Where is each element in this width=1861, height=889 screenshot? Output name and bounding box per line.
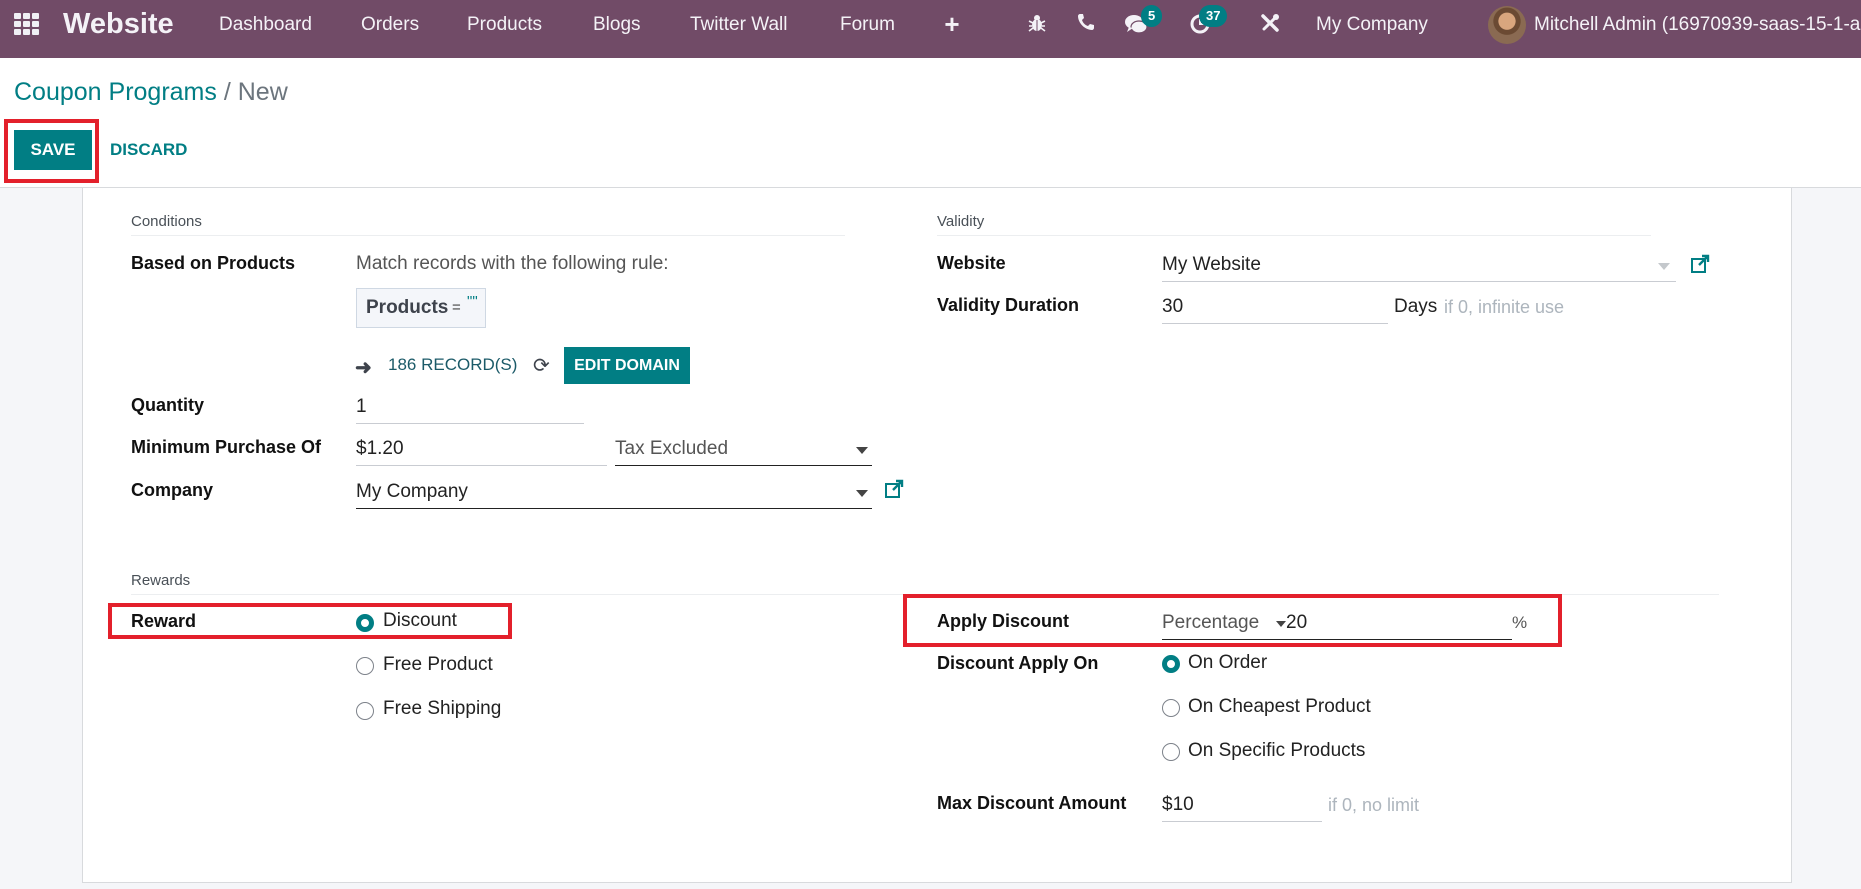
records-count-link[interactable]: 186 RECORD(S): [388, 355, 517, 375]
plus-icon[interactable]: +: [940, 11, 964, 37]
edit-domain-button[interactable]: EDIT DOMAIN: [564, 347, 690, 384]
website-label: Website: [937, 253, 1006, 273]
validity-title: Validity: [937, 213, 985, 230]
menu-blogs[interactable]: Blogs: [593, 14, 641, 36]
company-select[interactable]: My Company: [356, 475, 872, 509]
reward-free-shipping-label[interactable]: Free Shipping: [383, 698, 501, 720]
bug-icon[interactable]: [1025, 12, 1049, 36]
rule-text: Match records with the following rule:: [356, 253, 669, 274]
menu-forum[interactable]: Forum: [840, 14, 895, 36]
domain-operator: =: [452, 299, 461, 316]
website-value: My Website: [1162, 254, 1261, 275]
top-navbar: Website Dashboard Orders Products Blogs …: [0, 0, 1861, 58]
domain-rule-chip[interactable]: Products = "": [356, 288, 486, 328]
activities-badge: 37: [1199, 5, 1228, 27]
max-discount-value: $10: [1162, 794, 1194, 815]
duration-hint: if 0, infinite use: [1444, 297, 1565, 317]
form-sheet: [82, 188, 1792, 883]
arrow-right-icon: ➜: [355, 357, 372, 379]
company-switcher[interactable]: My Company: [1316, 14, 1428, 36]
external-link-icon[interactable]: [884, 479, 904, 499]
apps-grid-icon[interactable]: [14, 13, 40, 35]
control-panel: Coupon Programs / New SAVE DISCARD: [0, 58, 1861, 188]
discard-button[interactable]: DISCARD: [110, 130, 187, 170]
external-link-icon[interactable]: [1690, 254, 1710, 274]
max-discount-hint: if 0, no limit: [1328, 795, 1420, 815]
company-value: My Company: [356, 481, 468, 502]
tax-mode-value: Tax Excluded: [615, 438, 729, 459]
duration-unit: Days: [1394, 296, 1438, 317]
apply-on-specific-label[interactable]: On Specific Products: [1188, 740, 1365, 762]
breadcrumb-parent[interactable]: Coupon Programs: [14, 78, 217, 106]
domain-value: "": [467, 293, 478, 310]
apply-on-cheapest-radio[interactable]: [1162, 699, 1180, 717]
website-select[interactable]: My Website: [1162, 248, 1676, 282]
highlight-save: [4, 119, 99, 183]
menu-twitter-wall[interactable]: Twitter Wall: [690, 14, 787, 36]
user-avatar[interactable]: [1488, 6, 1526, 44]
user-menu[interactable]: Mitchell Admin (16970939-saas-15-1-a: [1534, 14, 1860, 36]
reward-free-product-label[interactable]: Free Product: [383, 654, 493, 676]
max-discount-input[interactable]: $10: [1162, 788, 1322, 822]
messages-badge: 5: [1141, 5, 1163, 27]
menu-orders[interactable]: Orders: [361, 14, 419, 36]
company-label: Company: [131, 480, 214, 500]
validity-duration-label: Validity Duration: [937, 295, 1080, 315]
quantity-label: Quantity: [131, 395, 205, 415]
validity-divider: [937, 235, 1651, 236]
quantity-value: 1: [356, 396, 367, 417]
min-purchase-label: Minimum Purchase Of: [131, 437, 322, 457]
refresh-icon[interactable]: ⟳: [533, 353, 550, 378]
app-name[interactable]: Website: [63, 8, 174, 41]
reward-free-shipping-radio[interactable]: [356, 702, 374, 720]
min-purchase-input[interactable]: $1.20: [356, 432, 607, 466]
rewards-title: Rewards: [131, 572, 191, 589]
apply-on-order-radio[interactable]: [1162, 655, 1180, 673]
conditions-title: Conditions: [131, 213, 202, 230]
highlight-reward: [108, 603, 512, 639]
apply-on-label: Discount Apply On: [937, 653, 1099, 673]
chevron-down-icon: [1658, 263, 1670, 270]
menu-products[interactable]: Products: [467, 14, 542, 36]
breadcrumb-separator: /: [223, 78, 231, 106]
conditions-divider: [131, 235, 845, 236]
breadcrumb: Coupon Programs / New: [14, 78, 288, 107]
tax-mode-select[interactable]: Tax Excluded: [615, 432, 872, 466]
min-purchase-value: $1.20: [356, 438, 404, 459]
highlight-apply-discount: [903, 594, 1562, 647]
domain-field: Products: [366, 297, 449, 318]
apply-on-specific-radio[interactable]: [1162, 743, 1180, 761]
apply-on-cheapest-label[interactable]: On Cheapest Product: [1188, 696, 1371, 718]
validity-duration-input[interactable]: 30: [1162, 290, 1388, 324]
max-discount-label: Max Discount Amount: [937, 793, 1127, 813]
tools-icon[interactable]: [1258, 12, 1282, 36]
based-on-products-label: Based on Products: [131, 253, 296, 273]
apply-on-order-label[interactable]: On Order: [1188, 652, 1267, 674]
chevron-down-icon: [856, 447, 868, 454]
phone-icon[interactable]: [1074, 12, 1098, 36]
validity-duration-value: 30: [1162, 296, 1184, 317]
breadcrumb-current: New: [237, 78, 288, 106]
chevron-down-icon: [856, 490, 868, 497]
quantity-input[interactable]: 1: [356, 390, 584, 424]
menu-dashboard[interactable]: Dashboard: [219, 14, 312, 36]
reward-free-product-radio[interactable]: [356, 657, 374, 675]
